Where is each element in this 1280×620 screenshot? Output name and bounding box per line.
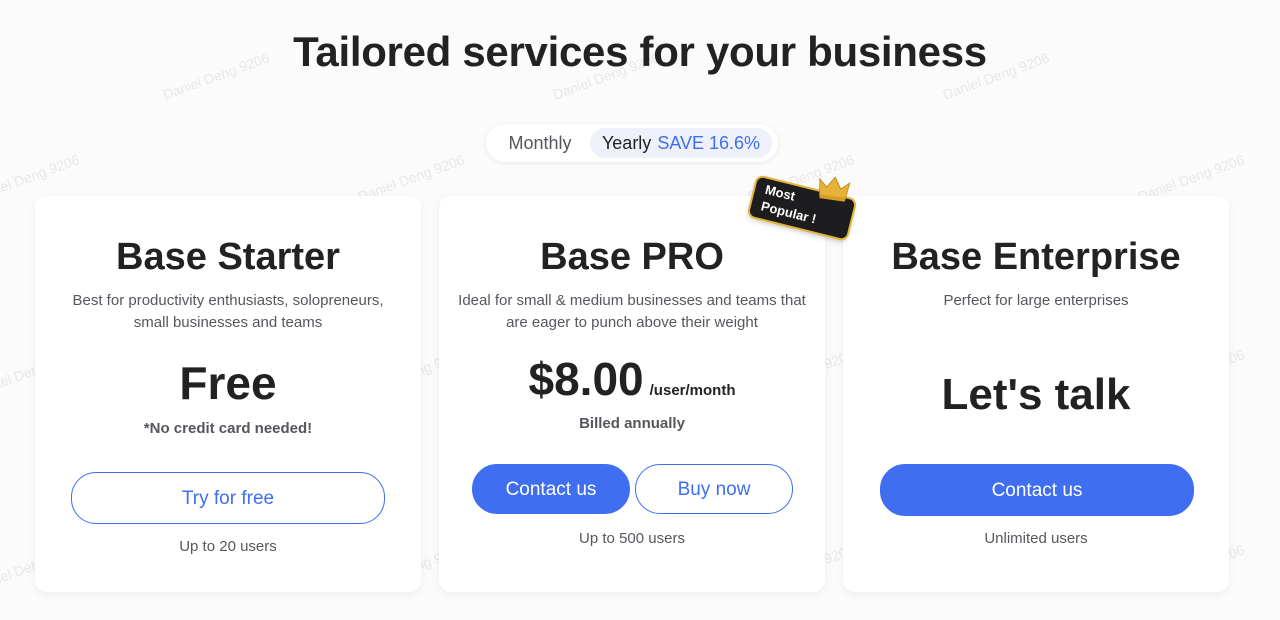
plan-name: Base Enterprise [891,236,1181,278]
user-limit: Up to 20 users [179,538,277,555]
user-limit: Unlimited users [984,530,1088,547]
plan-card-starter: Base Starter Best for productivity enthu… [35,196,421,592]
plan-card-pro: Base PRO Ideal for small & medium busine… [439,196,825,592]
billing-option-label: Monthly [508,133,572,153]
save-discount-label: SAVE 16.6% [657,133,761,153]
page-title: Tailored services for your business [293,28,987,75]
billing-option-label: Yearly [601,133,652,153]
plan-card-enterprise: Base Enterprise Perfect for large enterp… [843,196,1229,592]
contact-us-button[interactable]: Contact us [472,464,630,514]
plan-name: Base PRO [540,236,724,278]
billing-option-monthly[interactable]: Monthly [494,128,586,158]
contact-us-button[interactable]: Contact us [880,464,1194,516]
billing-toggle: Monthly Yearly SAVE 16.6% [486,124,778,162]
plan-price: Let's talk [941,370,1131,419]
plan-description: Perfect for large enterprises [943,292,1129,309]
price-row: $8.00/user/month [439,352,825,406]
crown-icon [819,176,851,202]
plan-name: Base Starter [116,236,340,278]
user-limit: Up to 500 users [579,530,685,547]
try-for-free-button[interactable]: Try for free [71,472,385,524]
plan-price: $8.00 [528,353,644,405]
plan-price: Free [179,357,277,409]
billing-option-yearly[interactable]: Yearly SAVE 16.6% [590,128,772,158]
billing-period: Billed annually [579,415,685,432]
price-note: *No credit card needed! [143,420,313,437]
plan-description: Ideal for small & medium businesses and … [458,292,806,331]
buy-now-button[interactable]: Buy now [635,464,793,514]
price-unit: /user/month [649,382,736,399]
plan-description: Best for productivity enthusiasts, solop… [72,292,384,331]
